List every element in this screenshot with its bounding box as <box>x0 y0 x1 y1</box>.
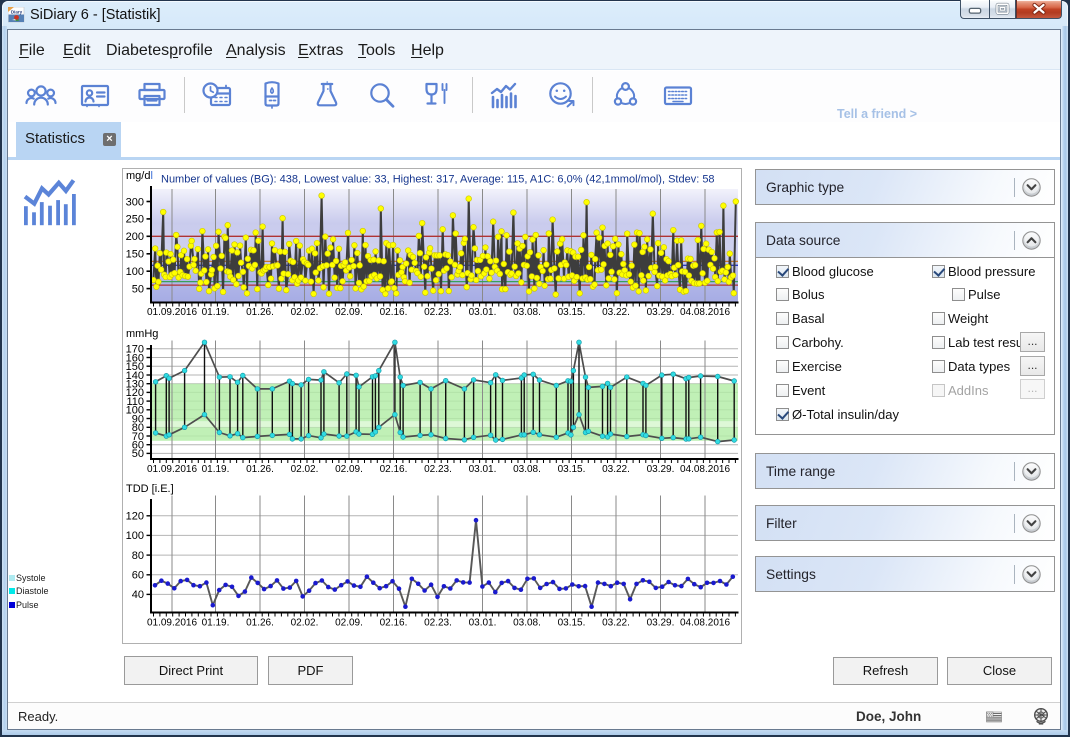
svg-text:01.09.2016: 01.09.2016 <box>147 307 197 318</box>
svg-text:150: 150 <box>126 249 144 261</box>
svg-text:40: 40 <box>132 589 144 601</box>
svg-text:03.15.: 03.15. <box>558 307 586 318</box>
svg-text:120: 120 <box>126 511 144 523</box>
svg-text:300: 300 <box>126 196 144 208</box>
svg-text:03.01.: 03.01. <box>469 307 497 318</box>
svg-text:01.26.: 01.26. <box>246 464 274 475</box>
svg-text:03.22.: 03.22. <box>602 307 630 318</box>
svg-text:03.08.: 03.08. <box>513 307 541 318</box>
svg-text:03.22.: 03.22. <box>602 618 630 629</box>
svg-text:100: 100 <box>126 266 144 278</box>
svg-text:mg/dl: mg/dl <box>126 170 153 182</box>
svg-text:04.08.2016: 04.08.2016 <box>680 464 730 475</box>
svg-text:Diary: Diary <box>11 10 23 15</box>
svg-text:01.19.: 01.19. <box>202 307 230 318</box>
svg-text:250: 250 <box>126 214 144 226</box>
svg-text:60: 60 <box>132 570 144 582</box>
svg-text:02.02.: 02.02. <box>291 464 319 475</box>
svg-text:03.08.: 03.08. <box>513 618 541 629</box>
svg-text:170: 170 <box>126 344 144 356</box>
svg-text:mmHg: mmHg <box>126 328 158 340</box>
svg-text:TDD [i.E.]: TDD [i.E.] <box>126 483 174 495</box>
svg-text:01.26.: 01.26. <box>246 307 274 318</box>
svg-text:Number of values (BG): 438, Lo: Number of values (BG): 438, Lowest value… <box>161 174 715 186</box>
svg-text:02.16.: 02.16. <box>380 464 408 475</box>
svg-text:100: 100 <box>126 530 144 542</box>
svg-text:03.29.: 03.29. <box>647 618 675 629</box>
svg-text:02.02.: 02.02. <box>291 618 319 629</box>
svg-text:03.29.: 03.29. <box>647 464 675 475</box>
svg-text:01.09.2016: 01.09.2016 <box>147 464 197 475</box>
svg-text:03.22.: 03.22. <box>602 464 630 475</box>
svg-text:03.29.: 03.29. <box>647 307 675 318</box>
svg-text:02.16.: 02.16. <box>380 307 408 318</box>
svg-text:01.19.: 01.19. <box>202 618 230 629</box>
svg-text:02.23.: 02.23. <box>424 618 452 629</box>
svg-text:200: 200 <box>126 231 144 243</box>
svg-text:03.15.: 03.15. <box>558 618 586 629</box>
svg-text:02.02.: 02.02. <box>291 307 319 318</box>
svg-text:01.19.: 01.19. <box>202 464 230 475</box>
svg-text:02.09.: 02.09. <box>335 464 363 475</box>
svg-text:02.23.: 02.23. <box>424 464 452 475</box>
svg-text:03.08.: 03.08. <box>513 464 541 475</box>
svg-text:03.01.: 03.01. <box>469 618 497 629</box>
svg-text:02.16.: 02.16. <box>380 618 408 629</box>
svg-text:02.09.: 02.09. <box>335 307 363 318</box>
svg-text:01.09.2016: 01.09.2016 <box>147 618 197 629</box>
svg-text:03.01.: 03.01. <box>469 464 497 475</box>
svg-text:02.09.: 02.09. <box>335 618 363 629</box>
svg-text:80: 80 <box>132 550 144 562</box>
svg-text:50: 50 <box>132 283 144 295</box>
svg-text:01.26.: 01.26. <box>246 618 274 629</box>
svg-text:03.15.: 03.15. <box>558 464 586 475</box>
svg-text:02.23.: 02.23. <box>424 307 452 318</box>
svg-text:04.08.2016: 04.08.2016 <box>680 618 730 629</box>
svg-text:04.08.2016: 04.08.2016 <box>680 307 730 318</box>
